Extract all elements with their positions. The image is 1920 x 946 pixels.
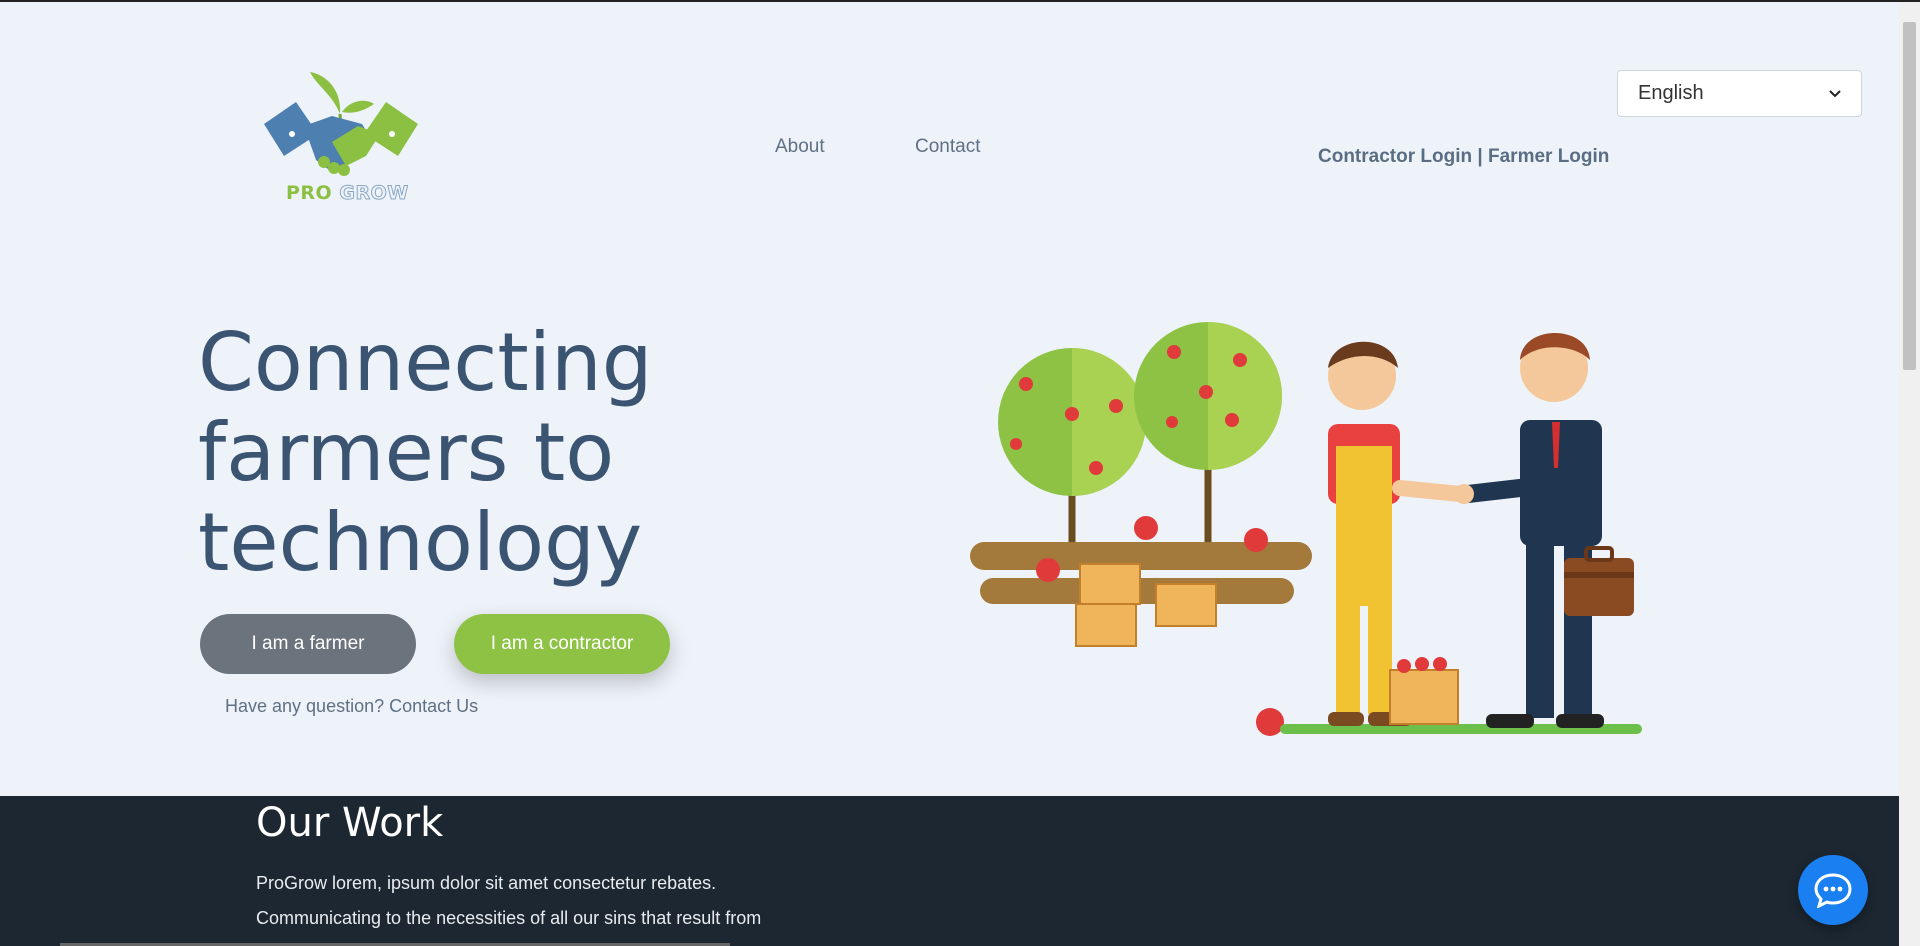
- nav-contact-link[interactable]: Contact: [915, 136, 980, 158]
- farmer-login-link[interactable]: Farmer Login: [1488, 146, 1609, 167]
- hero-title-line: technology: [198, 496, 643, 589]
- handshake-leaf-icon: [264, 72, 418, 176]
- top-border: [0, 0, 1920, 2]
- logo-text: PRO GROW: [286, 182, 409, 205]
- farmer-button[interactable]: I am a farmer: [200, 614, 416, 674]
- chat-button[interactable]: [1798, 855, 1868, 925]
- vertical-scrollbar[interactable]: [1899, 2, 1920, 946]
- our-work-section: Our Work ProGrow lorem, ipsum dolor sit …: [0, 796, 1899, 946]
- nav-about-link[interactable]: About: [775, 136, 825, 158]
- language-select[interactable]: English: [1617, 70, 1862, 117]
- hero-illustration: [960, 318, 1650, 748]
- hero-title: Connecting farmers to technology: [198, 318, 758, 588]
- language-selected-value: English: [1638, 82, 1704, 104]
- contact-question-link[interactable]: Have any question? Contact Us: [225, 696, 478, 717]
- hero-title-line: farmers to: [198, 406, 615, 499]
- contractor-button[interactable]: I am a contractor: [454, 614, 670, 674]
- hero-title-line: Connecting: [198, 316, 653, 409]
- our-work-text: ProGrow lorem, ipsum dolor sit amet cons…: [256, 873, 762, 928]
- contractor-login-link[interactable]: Contractor Login: [1318, 146, 1472, 167]
- farmer-contractor-handshake-illustration: [970, 322, 1642, 736]
- login-links: Contractor Login | Farmer Login: [1318, 146, 1609, 168]
- chevron-down-icon: [1829, 87, 1841, 101]
- login-separator: |: [1477, 146, 1483, 167]
- scrollbar-thumb[interactable]: [1903, 22, 1916, 370]
- logo[interactable]: PRO GROW: [262, 64, 420, 210]
- chat-bubble-icon: [1814, 873, 1852, 908]
- our-work-title: Our Work: [256, 800, 444, 846]
